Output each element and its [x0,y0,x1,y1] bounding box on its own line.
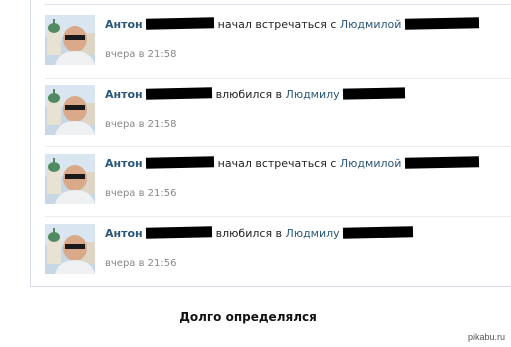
redaction-bar [343,226,414,239]
feed-entry: Антон начал встречаться с Людмилой вчера… [45,15,511,79]
user-name-link[interactable]: Антон [105,227,143,240]
avatar-photo-icon [45,154,95,204]
avatar[interactable] [45,15,95,65]
avatar[interactable] [45,224,95,274]
avatar[interactable] [45,85,95,135]
entry-divider [45,146,511,147]
timestamp[interactable]: вчера в 21:56 [105,258,177,269]
redaction-bar [404,17,479,30]
redaction-bar [343,87,406,100]
entry-text: Антон начал встречаться с Людмилой [105,17,479,31]
partner-name-link[interactable]: Людмилой [340,157,402,170]
user-name-link[interactable]: Антон [105,88,143,101]
entry-text: Антон начал встречаться с Людмилой [105,156,479,170]
feed-entry: Антон начал встречаться с Людмилой вчера… [45,154,511,218]
avatar-photo-icon [45,85,95,135]
redaction-bar [146,156,215,169]
partner-name-link[interactable]: Людмилу [286,227,340,240]
partner-name-link[interactable]: Людмилу [286,88,340,101]
action-text: влюбился в [215,227,283,240]
feed-entry: Антон влюбился в Людмилу вчера в 21:56 [45,224,511,288]
avatar-photo-icon [45,15,95,65]
partner-name-link[interactable]: Людмилой [340,18,402,31]
entry-divider [45,78,511,79]
feed-top-divider [44,4,511,5]
timestamp[interactable]: вчера в 21:58 [105,49,177,60]
timestamp[interactable]: вчера в 21:56 [105,188,177,199]
action-text: влюбился в [215,88,283,101]
user-name-link[interactable]: Антон [105,157,143,170]
feed-entry: Антон влюбился в Людмилу вчера в 21:58 [45,85,511,149]
redaction-bar [146,17,215,30]
user-name-link[interactable]: Антон [105,18,143,31]
avatar-photo-icon [45,224,95,274]
timestamp[interactable]: вчера в 21:58 [105,119,177,130]
redaction-bar [404,156,479,169]
redaction-bar [146,87,213,100]
action-text: начал встречаться с [217,18,337,31]
watermark: pikabu.ru [467,332,505,342]
avatar[interactable] [45,154,95,204]
entry-text: Антон влюбился в Людмилу [105,87,406,101]
redaction-bar [146,226,213,239]
action-text: начал встречаться с [217,157,337,170]
entry-text: Антон влюбился в Людмилу [105,226,414,240]
caption: Долго определялся [179,310,317,324]
entry-divider [45,216,511,217]
